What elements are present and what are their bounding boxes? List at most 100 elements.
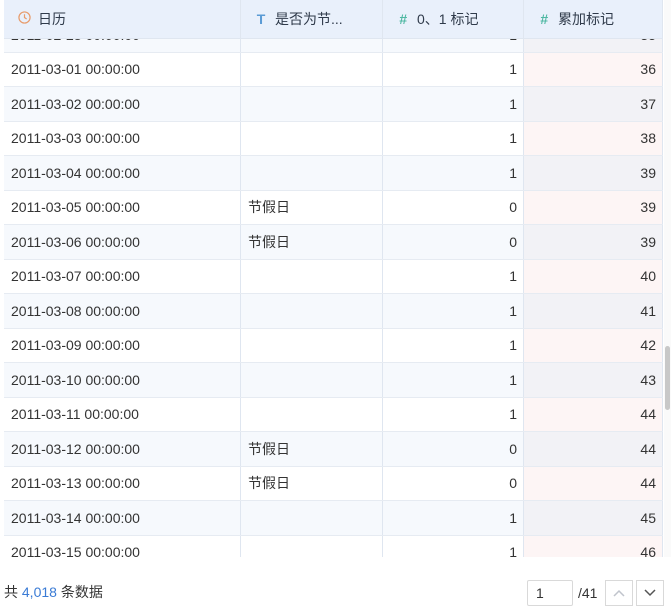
number-type-icon: # [399,11,407,27]
holiday-cell[interactable] [241,397,383,431]
table-row[interactable]: 2011-03-09 00:00:00 1 42 [4,328,663,363]
date-cell[interactable]: 2011-03-02 00:00:00 [4,87,241,121]
accumulated-cell[interactable]: 45 [524,501,663,535]
holiday-cell[interactable] [241,259,383,293]
table-body: 2011-02-28 00:00:001352011-03-01 00:00:0… [4,18,663,557]
table-row[interactable]: 2011-03-10 00:00:00 1 43 [4,363,663,398]
flag-cell[interactable]: 1 [383,535,524,557]
table-row[interactable]: 2011-03-03 00:00:00 1 38 [4,121,663,156]
chevron-up-icon [613,589,625,597]
date-cell[interactable]: 2011-03-05 00:00:00 [4,190,241,224]
accumulated-cell[interactable]: 36 [524,52,663,86]
accumulated-cell[interactable]: 38 [524,121,663,155]
flag-cell[interactable]: 1 [383,501,524,535]
date-cell[interactable]: 2011-03-13 00:00:00 [4,466,241,500]
table-row[interactable]: 2011-03-11 00:00:00 1 44 [4,397,663,432]
column-header-label: 累加标记 [558,11,614,27]
date-cell[interactable]: 2011-03-09 00:00:00 [4,328,241,362]
accumulated-cell[interactable]: 39 [524,225,663,259]
table-row[interactable]: 2011-03-08 00:00:00 1 41 [4,294,663,329]
holiday-cell[interactable] [241,52,383,86]
holiday-cell[interactable]: 节假日 [241,190,383,224]
date-cell[interactable]: 2011-03-04 00:00:00 [4,156,241,190]
accumulated-cell[interactable]: 46 [524,535,663,557]
accumulated-cell[interactable]: 40 [524,259,663,293]
table-row[interactable]: 2011-03-15 00:00:00 1 46 [4,535,663,557]
date-cell[interactable]: 2011-03-08 00:00:00 [4,294,241,328]
flag-cell[interactable]: 0 [383,225,524,259]
holiday-cell[interactable]: 节假日 [241,432,383,466]
date-cell[interactable]: 2011-03-11 00:00:00 [4,397,241,431]
clock-icon [10,11,38,27]
column-header-accumulated[interactable]: # 累加标记 [524,0,663,38]
table-row[interactable]: 2011-03-04 00:00:00 1 39 [4,156,663,191]
holiday-cell[interactable]: 节假日 [241,466,383,500]
vertical-scrollbar[interactable] [664,0,671,557]
column-header-flag[interactable]: # 0、1 标记 [383,0,524,38]
flag-cell[interactable]: 1 [383,397,524,431]
total-suffix: 条数据 [60,584,103,600]
accumulated-cell[interactable]: 44 [524,397,663,431]
accumulated-cell[interactable]: 43 [524,363,663,397]
accumulated-cell[interactable]: 44 [524,432,663,466]
column-header-label: 日历 [38,11,66,27]
column-header-holiday[interactable]: T 是否为节... [241,0,383,38]
accumulated-cell[interactable]: 41 [524,294,663,328]
table-row[interactable]: 2011-03-05 00:00:00 节假日 0 39 [4,190,663,225]
date-cell[interactable]: 2011-03-15 00:00:00 [4,535,241,557]
holiday-cell[interactable] [241,535,383,557]
scrollbar-thumb[interactable] [665,346,670,410]
holiday-cell[interactable] [241,328,383,362]
page-number-input[interactable] [527,580,573,606]
flag-cell[interactable]: 1 [383,156,524,190]
total-count: 共 4,018 条数据 [4,582,103,602]
column-header-calendar[interactable]: 日历 [4,0,241,38]
flag-cell[interactable]: 1 [383,294,524,328]
prev-page-button[interactable] [605,580,633,606]
text-type-icon: T [256,11,266,27]
flag-cell[interactable]: 1 [383,259,524,293]
holiday-cell[interactable] [241,121,383,155]
flag-cell[interactable]: 1 [383,87,524,121]
holiday-cell[interactable] [241,363,383,397]
column-header-label: 0、1 标记 [417,11,479,27]
flag-cell[interactable]: 0 [383,190,524,224]
flag-cell[interactable]: 1 [383,328,524,362]
accumulated-cell[interactable]: 37 [524,87,663,121]
holiday-cell[interactable] [241,501,383,535]
accumulated-cell[interactable]: 39 [524,156,663,190]
total-prefix: 共 [4,584,18,600]
flag-cell[interactable]: 0 [383,466,524,500]
accumulated-cell[interactable]: 39 [524,190,663,224]
holiday-cell[interactable] [241,294,383,328]
table-row[interactable]: 2011-03-14 00:00:00 1 45 [4,501,663,536]
holiday-cell[interactable]: 节假日 [241,225,383,259]
next-page-button[interactable] [636,580,664,606]
table-row[interactable]: 2011-03-06 00:00:00 节假日 0 39 [4,225,663,260]
date-cell[interactable]: 2011-03-14 00:00:00 [4,501,241,535]
date-cell[interactable]: 2011-03-03 00:00:00 [4,121,241,155]
flag-cell[interactable]: 1 [383,363,524,397]
data-table: 2011-02-28 00:00:001352011-03-01 00:00:0… [0,0,671,557]
flag-cell[interactable]: 1 [383,52,524,86]
date-cell[interactable]: 2011-03-10 00:00:00 [4,363,241,397]
table-row[interactable]: 2011-03-02 00:00:00 1 37 [4,87,663,122]
date-cell[interactable]: 2011-03-07 00:00:00 [4,259,241,293]
accumulated-cell[interactable]: 42 [524,328,663,362]
holiday-cell[interactable] [241,87,383,121]
accumulated-cell[interactable]: 44 [524,466,663,500]
table-row[interactable]: 2011-03-01 00:00:00 1 36 [4,52,663,87]
date-cell[interactable]: 2011-03-01 00:00:00 [4,52,241,86]
holiday-cell[interactable] [241,156,383,190]
table-header: 日历 T 是否为节... # 0、1 标记 # 累加标记 [4,0,663,39]
column-header-label: 是否为节... [275,11,343,27]
table-row[interactable]: 2011-03-07 00:00:00 1 40 [4,259,663,294]
total-number: 4,018 [21,584,57,600]
table-row[interactable]: 2011-03-13 00:00:00 节假日 0 44 [4,466,663,501]
flag-cell[interactable]: 0 [383,432,524,466]
date-cell[interactable]: 2011-03-06 00:00:00 [4,225,241,259]
table-row[interactable]: 2011-03-12 00:00:00 节假日 0 44 [4,432,663,467]
date-cell[interactable]: 2011-03-12 00:00:00 [4,432,241,466]
table-footer: 共 4,018 条数据 /41 [0,572,671,608]
flag-cell[interactable]: 1 [383,121,524,155]
